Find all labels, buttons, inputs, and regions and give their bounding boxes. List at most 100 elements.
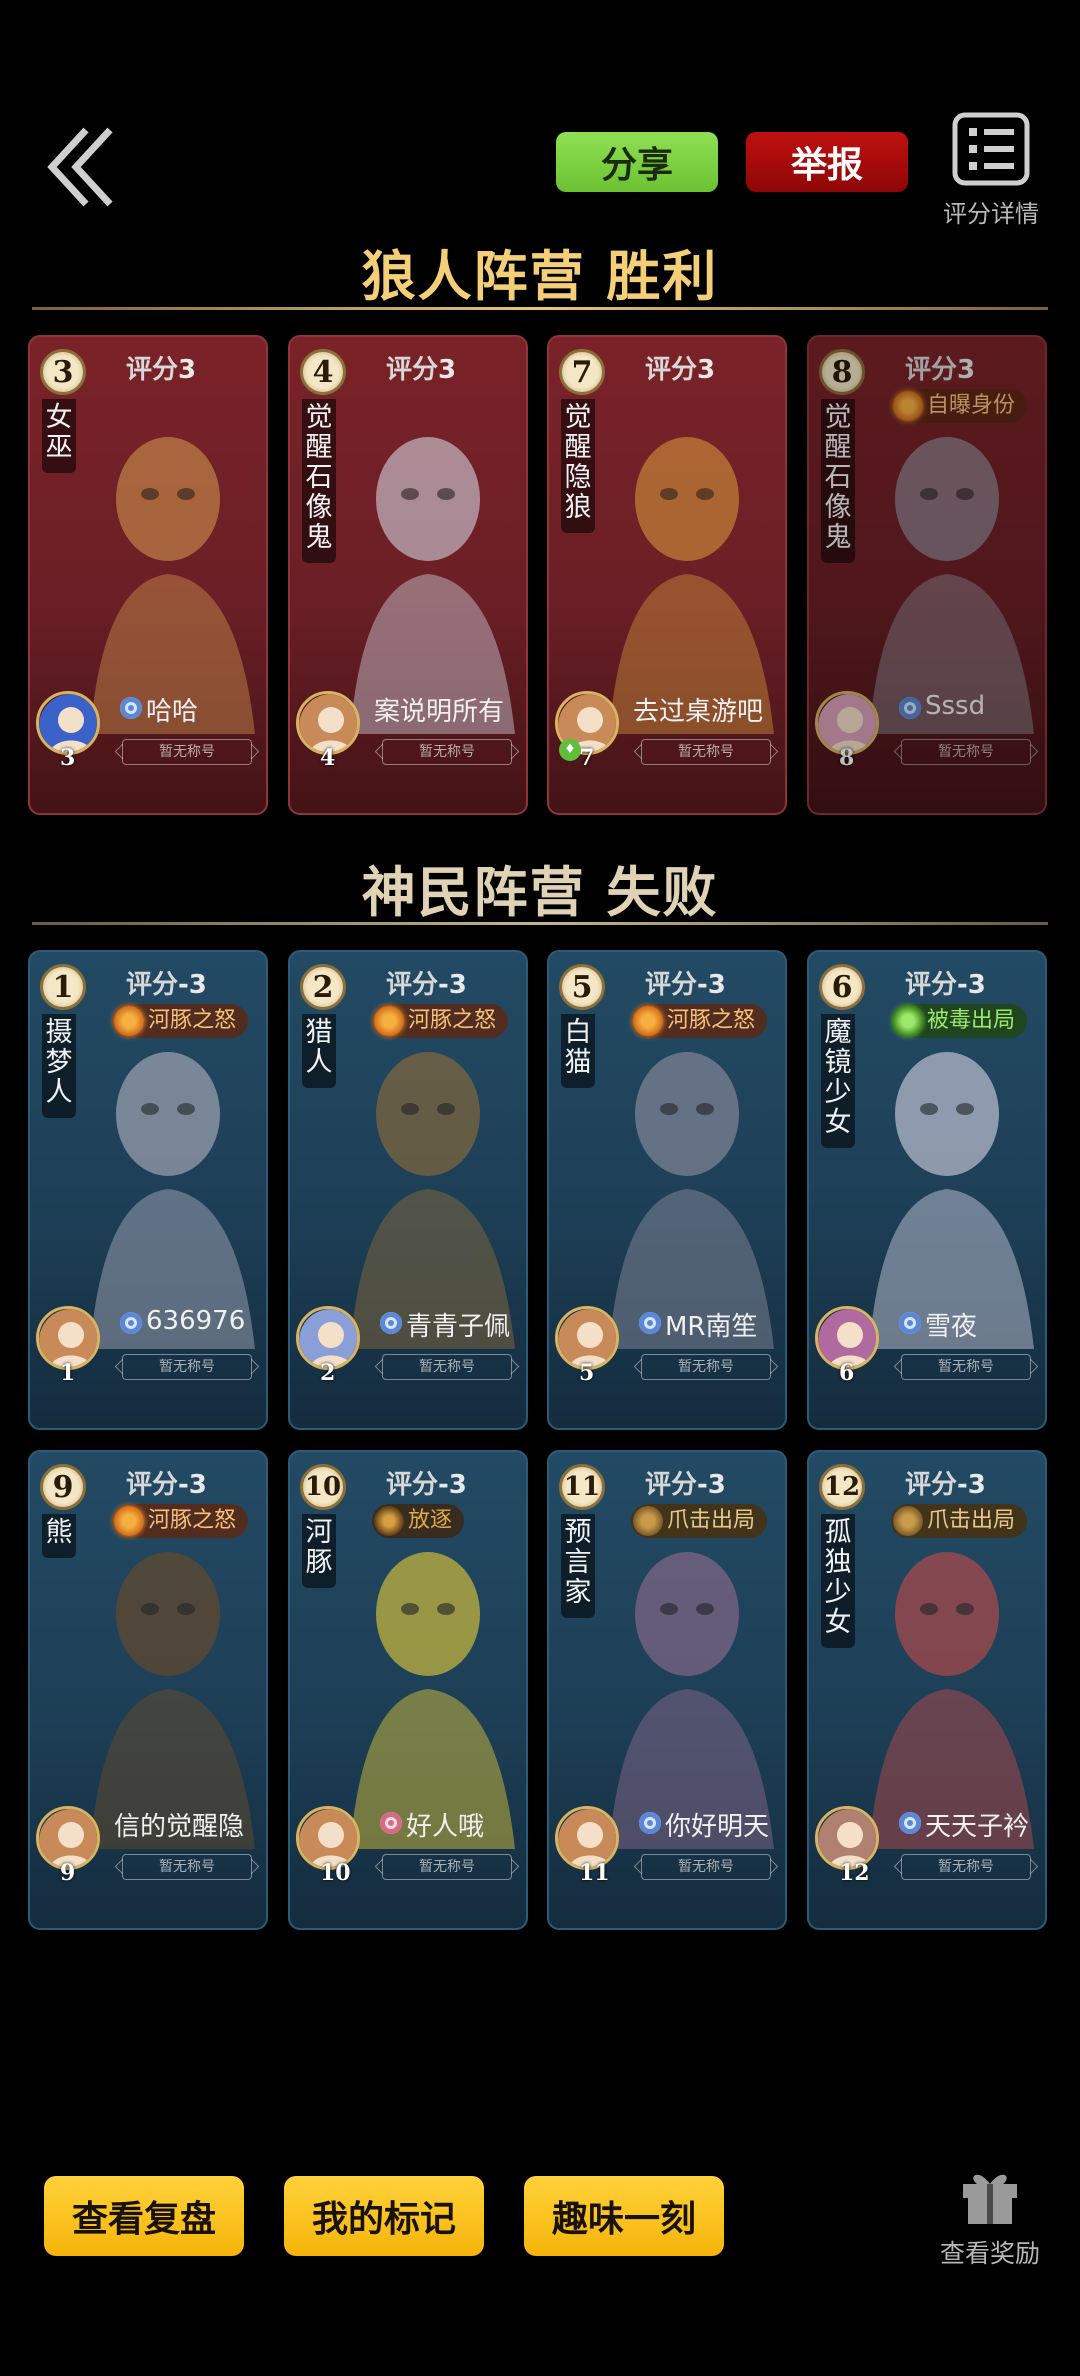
title-tag: 暂无称号 xyxy=(122,1354,252,1380)
badge-text: 河豚之怒 xyxy=(148,1008,237,1033)
score-label: 评分 xyxy=(386,355,439,385)
role-name: 河豚 xyxy=(302,1514,336,1588)
score-value: 评分-3 xyxy=(126,964,207,1001)
gender-icon xyxy=(380,1312,402,1334)
death-badge: 河豚之怒 xyxy=(112,1504,249,1538)
player-nickname: Sssd xyxy=(925,691,986,721)
player-nickname: 信的觉醒隐 xyxy=(114,1812,245,1842)
fun-moment-button[interactable]: 趣味一刻 xyxy=(524,2176,724,2256)
player-card[interactable]: 3 评分3 女巫 3 哈哈 暂无称号 xyxy=(28,335,268,815)
player-card[interactable]: 5 评分-3 白猫 河豚之怒 5 MR南笙 暂无称号 xyxy=(547,950,787,1430)
score-value: 评分-3 xyxy=(645,1464,726,1501)
role-name: 觉醒石像鬼 xyxy=(302,399,336,563)
title-tag: 暂无称号 xyxy=(382,739,512,765)
player-nickname: 哈哈 xyxy=(146,697,199,727)
badge-icon xyxy=(893,1506,923,1536)
player-nickname: 636976 xyxy=(146,1306,246,1336)
player-nickname: 好人哦 xyxy=(406,1812,485,1842)
score-number: 3 xyxy=(438,355,457,385)
score-detail-button[interactable]: 评分详情 xyxy=(930,112,1052,228)
avatar-seat-number: 4 xyxy=(320,745,336,771)
player-card[interactable]: 4 评分3 觉醒石像鬼 4 案说明所有 暂无称号 xyxy=(288,335,528,815)
score-detail-label: 评分详情 xyxy=(943,200,1039,228)
seat-number: 1 xyxy=(40,964,86,1010)
player-card[interactable]: 6 评分-3 魔镜少女 被毒出局 6 雪夜 暂无称号 xyxy=(807,950,1047,1430)
character-portrait xyxy=(589,389,779,734)
seat-number: 2 xyxy=(300,964,346,1010)
gender-icon xyxy=(899,1812,921,1834)
score-number: -3 xyxy=(957,970,986,1000)
player-nickname: 天天子衿 xyxy=(925,1812,1030,1842)
player-card[interactable]: 9 评分-3 熊 河豚之怒 9 信的觉醒隐 暂无称号 xyxy=(28,1450,268,1930)
vip-badge-icon: ♦ xyxy=(559,739,581,761)
player-nickname: 雪夜 xyxy=(925,1312,978,1342)
score-label: 评分 xyxy=(386,970,439,1000)
back-button[interactable] xyxy=(44,122,124,212)
view-replay-button[interactable]: 查看复盘 xyxy=(44,2176,244,2256)
character-portrait xyxy=(849,1004,1039,1349)
score-label: 评分 xyxy=(126,970,179,1000)
my-marks-button[interactable]: 我的标记 xyxy=(284,2176,484,2256)
death-badge: 河豚之怒 xyxy=(631,1004,768,1038)
score-number: -3 xyxy=(178,1470,207,1500)
player-nickname: 案说明所有 xyxy=(374,697,505,727)
player-nickname: 你好明天 xyxy=(665,1812,770,1842)
player-card[interactable]: 8 评分3 觉醒石像鬼 自曝身份 8 Sssd 暂无称号 xyxy=(807,335,1047,815)
title-tag: 暂无称号 xyxy=(901,1854,1031,1880)
seat-number: 9 xyxy=(40,1464,86,1510)
avatar-seat-number: 9 xyxy=(60,1860,76,1886)
score-label: 评分 xyxy=(386,1470,439,1500)
title-tag: 暂无称号 xyxy=(901,1354,1031,1380)
role-name: 白猫 xyxy=(561,1014,595,1088)
view-reward-button[interactable]: 查看奖励 xyxy=(932,2164,1048,2270)
role-name: 女巫 xyxy=(42,399,76,473)
score-value: 评分3 xyxy=(905,349,975,386)
role-name: 魔镜少女 xyxy=(821,1014,855,1148)
character-portrait xyxy=(330,1004,520,1349)
player-nickname: MR南笙 xyxy=(665,1312,758,1342)
score-value: 评分-3 xyxy=(126,1464,207,1501)
score-number: 3 xyxy=(178,355,197,385)
player-card[interactable]: 12 评分-3 孤独少女 爪击出局 12 天天子衿 暂无称号 xyxy=(807,1450,1047,1930)
score-number: -3 xyxy=(178,970,207,1000)
badge-text: 自曝身份 xyxy=(927,393,1016,418)
badge-text: 爪击出局 xyxy=(667,1508,756,1533)
report-button[interactable]: 举报 xyxy=(746,132,908,192)
badge-icon xyxy=(893,391,923,421)
avatar-seat-number: 5 xyxy=(579,1360,595,1386)
gender-icon xyxy=(120,697,142,719)
badge-icon xyxy=(114,1006,144,1036)
score-number: -3 xyxy=(438,970,467,1000)
badge-icon xyxy=(374,1506,404,1536)
player-card[interactable]: 10 评分-3 河豚 放逐 10 好人哦 暂无称号 xyxy=(288,1450,528,1930)
player-card[interactable]: 7 评分3 觉醒隐狼 7 ♦ 去过桌游吧 暂无称号 xyxy=(547,335,787,815)
gender-icon xyxy=(120,1312,142,1334)
seat-number: 12 xyxy=(819,1464,865,1510)
role-name: 熊 xyxy=(42,1514,76,1558)
score-label: 评分 xyxy=(126,355,179,385)
score-number: -3 xyxy=(697,970,726,1000)
player-card[interactable]: 2 评分-3 猎人 河豚之怒 2 青青子佩 暂无称号 xyxy=(288,950,528,1430)
character-portrait xyxy=(70,389,260,734)
score-value: 评分3 xyxy=(386,349,456,386)
seat-number: 10 xyxy=(300,1464,346,1510)
player-card[interactable]: 11 评分-3 预言家 爪击出局 11 你好明天 暂无称号 xyxy=(547,1450,787,1930)
score-number: 3 xyxy=(957,355,976,385)
title-tag: 暂无称号 xyxy=(122,739,252,765)
death-badge: 爪击出局 xyxy=(631,1504,768,1538)
death-badge: 河豚之怒 xyxy=(372,1004,509,1038)
badge-icon xyxy=(114,1506,144,1536)
wolf-camp-title: 狼人阵营 胜利 xyxy=(361,245,719,308)
role-name: 觉醒石像鬼 xyxy=(821,399,855,563)
player-card[interactable]: 1 评分-3 摄梦人 河豚之怒 1 636976 暂无称号 xyxy=(28,950,268,1430)
score-number: -3 xyxy=(438,1470,467,1500)
avatar-seat-number: 3 xyxy=(60,745,76,771)
share-button[interactable]: 分享 xyxy=(556,132,718,192)
score-value: 评分3 xyxy=(126,349,196,386)
badge-icon xyxy=(633,1006,663,1036)
badge-text: 河豚之怒 xyxy=(408,1008,497,1033)
gender-icon xyxy=(639,1812,661,1834)
character-portrait xyxy=(70,1004,260,1349)
death-badge: 放逐 xyxy=(372,1504,465,1538)
score-value: 评分-3 xyxy=(905,1464,986,1501)
